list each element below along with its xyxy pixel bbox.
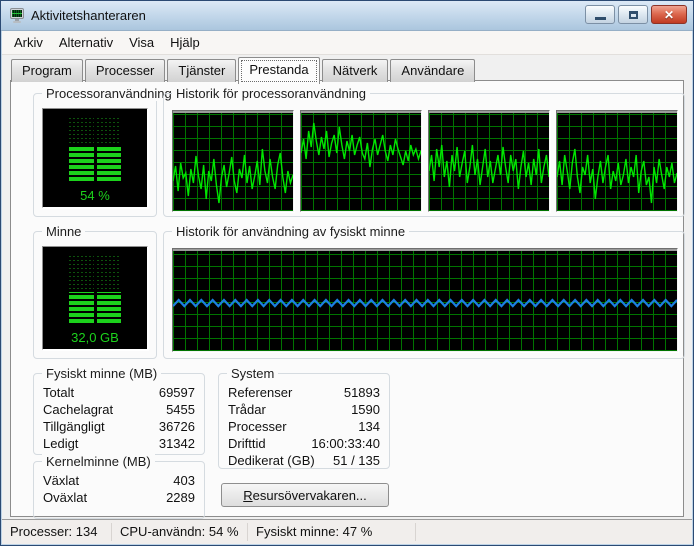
memory-history-group-label: Historik för användning av fysiskt minne [172,224,409,239]
titlebar[interactable]: Aktivitetshanteraren ✕ [1,1,693,31]
menu-alternativ[interactable]: Alternativ [51,32,121,53]
window-title: Aktivitetshanteraren [31,8,146,23]
cpu-history-graph-1 [172,110,294,212]
physical-memory-group: Fysiskt minne (MB) Totalt69597 Cachelagr… [33,373,205,455]
tab-program[interactable]: Program [11,59,83,82]
status-processes: Processer: 134 [2,523,112,541]
stat-row: Processer134 [228,418,380,435]
stat-row: Dedikerat (GB)51 / 135 [228,452,380,469]
stat-row: Växlat403 [43,472,195,489]
status-physical-memory: Fysiskt minne: 47 % [248,523,416,541]
cpu-history-group-label: Historik för processoranvändning [172,86,370,101]
stat-row: Drifttid16:00:33:40 [228,435,380,452]
tab-anvandare[interactable]: Användare [390,59,475,82]
status-bar: Processer: 134 CPU-användn: 54 % Fysiskt… [2,519,692,544]
memory-group: Minne 32,0 GB [33,231,157,359]
stat-row: Referenser51893 [228,384,380,401]
app-icon [9,8,25,24]
cpu-usage-meter: 54 % [42,108,148,208]
cpu-history-graph-3 [428,110,550,212]
tab-prestanda[interactable]: Prestanda [238,57,319,84]
cpu-usage-readout: 54 % [43,188,147,203]
system-group: System Referenser51893 Trådar1590 Proces… [218,373,390,469]
resource-monitor-button[interactable]: Resursövervakaren... [221,483,389,507]
cpu-history-group: Historik för processoranvändning [163,93,685,217]
stat-row: Cachelagrat5455 [43,401,195,418]
minimize-icon [595,17,606,20]
close-icon: ✕ [664,8,674,22]
tab-tjanster[interactable]: Tjänster [167,59,236,82]
close-button[interactable]: ✕ [651,5,687,24]
physical-memory-group-label: Fysiskt minne (MB) [42,366,161,381]
maximize-button[interactable] [618,5,648,24]
stat-row: Ledigt31342 [43,435,195,452]
tab-processer[interactable]: Processer [85,59,166,82]
stat-row: Totalt69597 [43,384,195,401]
system-group-label: System [227,366,278,381]
stat-row: Trådar1590 [228,401,380,418]
cpu-usage-group: Processoranvändning 54 % [33,93,157,217]
tab-natverk[interactable]: Nätverk [322,59,389,82]
memory-meter: 32,0 GB [42,246,148,350]
cpu-history-graph-4 [556,110,678,212]
kernel-memory-group-label: Kernelminne (MB) [42,454,155,469]
cpu-usage-group-label: Processoranvändning [42,86,176,101]
stat-row: Oväxlat2289 [43,489,195,506]
minimize-button[interactable] [585,5,615,24]
menu-bar: Arkiv Alternativ Visa Hjälp [2,31,692,55]
cpu-history-graph-2 [300,110,422,212]
kernel-memory-group: Kernelminne (MB) Växlat403 Oväxlat2289 [33,461,205,519]
task-manager-window: Aktivitetshanteraren ✕ Arkiv Alternativ … [0,0,694,546]
menu-arkiv[interactable]: Arkiv [6,32,51,53]
status-cpu-usage: CPU-användn: 54 % [112,523,248,541]
memory-history-graph [172,248,678,352]
memory-group-label: Minne [42,224,85,239]
performance-tab-page: Processoranvändning 54 % Historik för pr… [10,80,684,517]
memory-history-group: Historik för användning av fysiskt minne [163,231,685,359]
stat-row: Tillgängligt36726 [43,418,195,435]
menu-visa[interactable]: Visa [121,32,162,53]
menu-hjalp[interactable]: Hjälp [162,32,208,53]
memory-readout: 32,0 GB [43,330,147,345]
tab-strip: Program Processer Tjänster Prestanda Nät… [11,59,477,81]
client-area: Program Processer Tjänster Prestanda Nät… [2,55,692,520]
maximize-icon [629,11,638,19]
